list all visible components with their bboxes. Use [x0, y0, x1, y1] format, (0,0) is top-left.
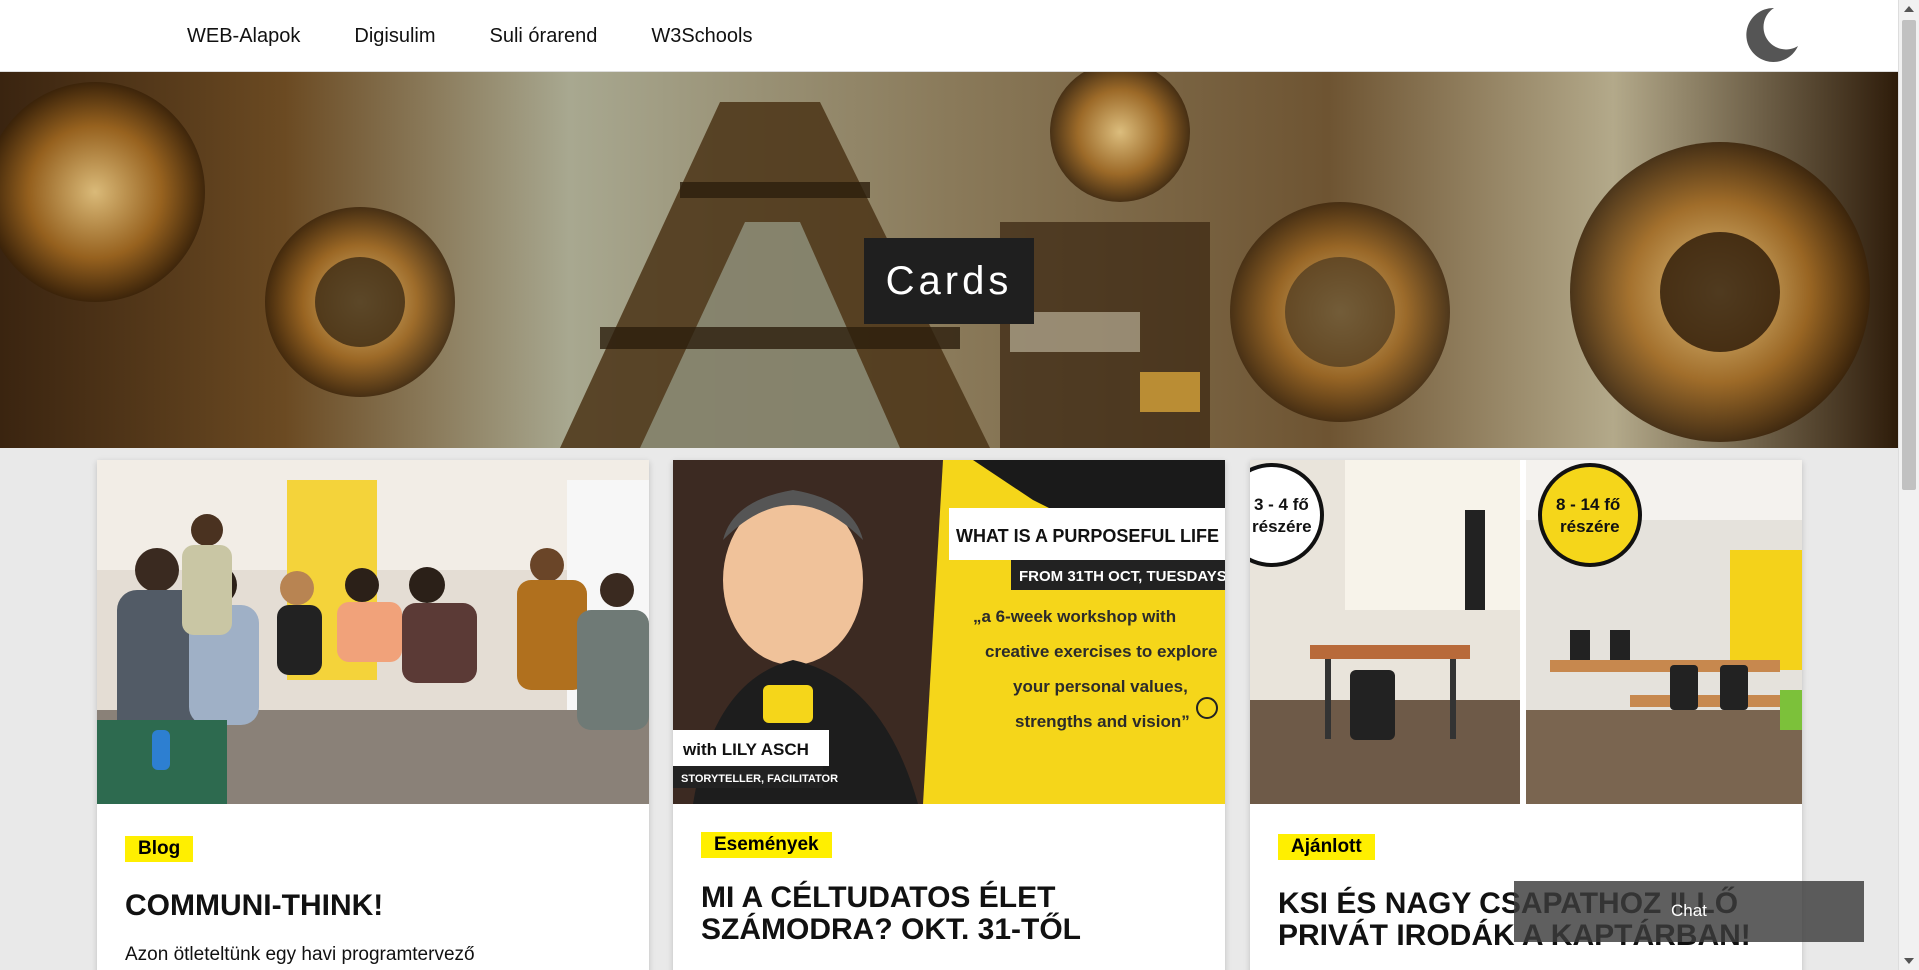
poster-line4: strengths and vision”: [1015, 712, 1190, 731]
nav-link-w3schools[interactable]: W3Schools: [651, 25, 752, 48]
card-image-meeting: [97, 460, 649, 804]
card-tag[interactable]: Ajánlott: [1278, 834, 1375, 860]
card-tag[interactable]: Események: [701, 832, 832, 858]
badge-left-line1: 3 - 4 fő: [1254, 495, 1309, 514]
nav-link-digisulim[interactable]: Digisulim: [354, 25, 435, 48]
poster-role: STORYTELLER, FACILITATOR: [681, 773, 838, 785]
nav-links: WEB-Alapok Digisulim Suli órarend W3Scho…: [160, 0, 780, 72]
badge-right-line2: részére: [1560, 517, 1620, 536]
moon-icon[interactable]: [1740, 4, 1802, 66]
page-scrollbar[interactable]: [1898, 0, 1919, 970]
scroll-up-arrow-icon[interactable]: [1904, 6, 1914, 12]
card-description: Azon ötleteltünk egy havi programtervező: [125, 944, 475, 965]
card-tag[interactable]: Blog: [125, 836, 194, 862]
card-blog[interactable]: Blog COMMUNI-THINK! Azon ötleteltünk egy…: [97, 460, 649, 970]
poster-line2: creative exercises to explore: [985, 642, 1217, 661]
card-image-offices: 3 - 4 fő részére 8 - 14 fő részére: [1250, 460, 1802, 804]
scroll-thumb[interactable]: [1902, 20, 1916, 490]
card-esemenyek[interactable]: WHAT IS A PURPOSEFUL LIFE FOR ME? FROM 3…: [673, 460, 1225, 970]
top-navbar: WEB-Alapok Digisulim Suli órarend W3Scho…: [0, 0, 1898, 72]
card-title[interactable]: MI A CÉLTUDATOS ÉLET SZÁMODRA? OKT. 31-T…: [701, 882, 1205, 946]
poster-with: with LILY ASCH: [682, 740, 809, 759]
poster-date: FROM 31TH OCT, TUESDAYS, 6PM: [1019, 568, 1225, 585]
hero-banner: Cards: [0, 72, 1898, 448]
poster-line3: your personal values,: [1013, 677, 1188, 696]
nav-link-suli-orarend[interactable]: Suli órarend: [490, 25, 598, 48]
chat-button[interactable]: Chat: [1514, 881, 1864, 942]
badge-right-line1: 8 - 14 fő: [1556, 495, 1620, 514]
hero-title: Cards: [864, 238, 1034, 324]
badge-left-line2: részére: [1252, 517, 1312, 536]
nav-link-web-alapok[interactable]: WEB-Alapok: [187, 25, 300, 48]
card-title[interactable]: COMMUNI-THINK!: [125, 890, 629, 922]
card-image-workshop-poster: WHAT IS A PURPOSEFUL LIFE FOR ME? FROM 3…: [673, 460, 1225, 804]
poster-headline: WHAT IS A PURPOSEFUL LIFE FOR ME?: [956, 526, 1225, 546]
scroll-down-arrow-icon[interactable]: [1904, 958, 1914, 964]
poster-line1: „a 6-week workshop with: [973, 607, 1176, 626]
